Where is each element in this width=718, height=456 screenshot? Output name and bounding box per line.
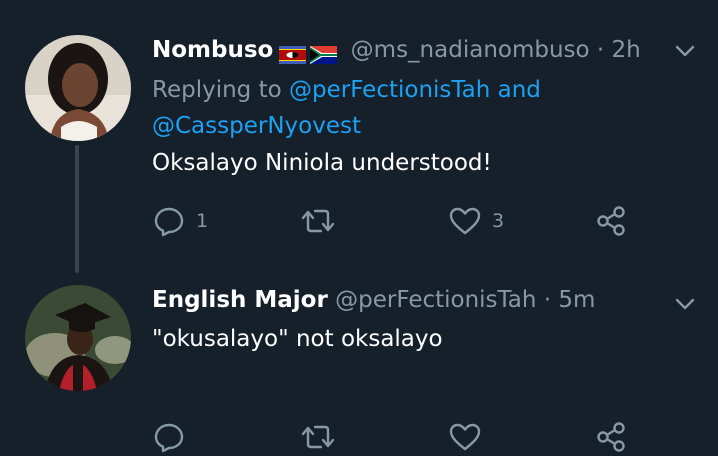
tweet-header: Nombuso @ms_nadianombuso · 2h <box>152 35 641 65</box>
display-name[interactable]: English Major <box>152 287 328 313</box>
chevron-down-icon[interactable] <box>674 293 696 315</box>
avatar[interactable] <box>25 35 131 141</box>
replying-to: Replying to @perFectionisTah and <box>152 74 541 106</box>
retweet-button[interactable] <box>300 420 346 454</box>
user-handle[interactable]: @perFectionisTah <box>335 287 536 313</box>
avatar[interactable] <box>25 285 131 391</box>
retweet-button[interactable] <box>300 204 346 238</box>
share-button[interactable] <box>594 204 628 238</box>
share-icon <box>597 422 625 452</box>
reply-icon <box>154 207 184 237</box>
retweet-icon <box>301 425 335 449</box>
share-button[interactable] <box>594 420 628 454</box>
eswatini-flag-icon <box>279 42 307 64</box>
user-handle[interactable]: @ms_nadianombuso <box>351 37 590 63</box>
share-icon <box>597 206 625 236</box>
flag-emojis <box>279 42 338 64</box>
tweet-header: English Major @perFectionisTah · 5m <box>152 285 595 315</box>
replying-to-label: Replying to <box>152 77 282 103</box>
replying-joiner: and <box>497 77 541 103</box>
reply-icon <box>154 423 184 453</box>
mention-link[interactable]: @CassperNyovest <box>152 113 361 139</box>
separator-dot: · <box>543 287 552 313</box>
like-count: 3 <box>492 210 505 232</box>
tweet-text: Oksalayo Niniola understood! <box>152 150 492 176</box>
like-button[interactable]: 3 <box>448 204 504 238</box>
like-button[interactable] <box>448 420 492 454</box>
tweet-actions <box>152 420 642 456</box>
retweet-icon <box>301 209 335 233</box>
tweet-actions: 1 3 <box>152 204 642 240</box>
tweet-text: "okusalayo" not oksalayo <box>152 326 443 352</box>
reply-button[interactable] <box>152 420 196 454</box>
thread-line <box>75 145 79 273</box>
timestamp[interactable]: 5m <box>558 287 595 313</box>
reply-button[interactable]: 1 <box>152 204 208 238</box>
timestamp[interactable]: 2h <box>612 37 641 63</box>
heart-icon <box>449 423 481 451</box>
chevron-down-icon[interactable] <box>674 40 696 62</box>
mention-link[interactable]: @perFectionisTah <box>289 77 490 103</box>
replying-to-continued: @CassperNyovest <box>152 110 361 142</box>
south-africa-flag-icon <box>310 42 338 64</box>
reply-count: 1 <box>196 210 209 232</box>
separator-dot: · <box>596 37 605 63</box>
display-name[interactable]: Nombuso <box>152 37 273 63</box>
heart-icon <box>449 207 481 235</box>
